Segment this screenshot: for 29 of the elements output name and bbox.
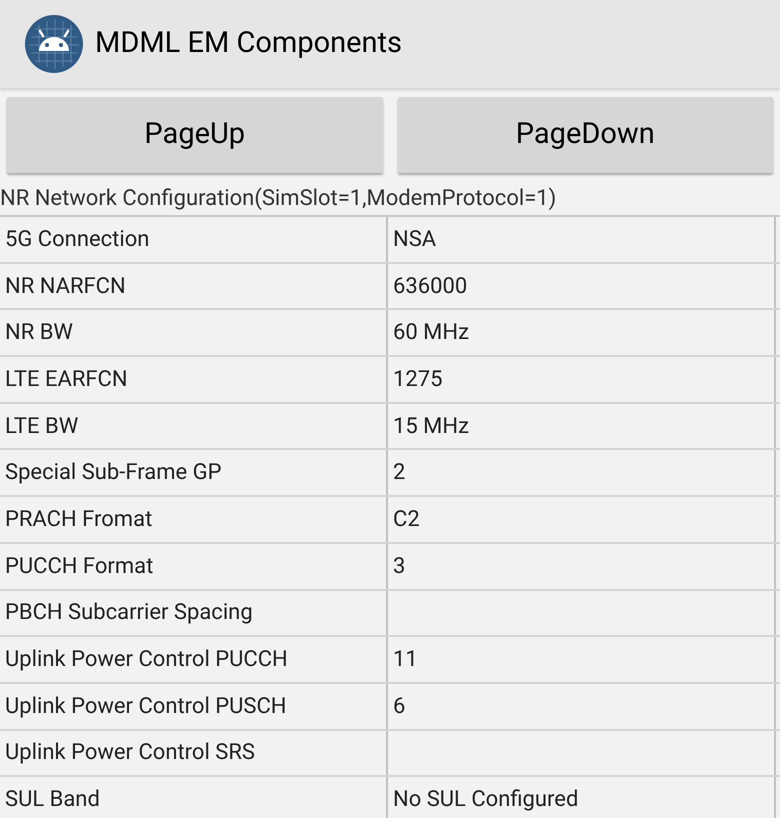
table-cell: Special Sub-Frame GP <box>0 450 388 496</box>
table-cell: Uplink Power Control PUSCH <box>0 684 388 729</box>
table-cell: NSA <box>388 217 776 262</box>
table-cell: NR BW <box>0 310 388 356</box>
table-cell: PBCH Subcarrier Spacing <box>0 590 388 636</box>
table-cell: C2 <box>388 497 776 542</box>
table-cell: No SUL Configured <box>388 777 776 818</box>
table-cell: LTE BW <box>0 404 388 448</box>
android-robot-icon <box>25 15 83 73</box>
table-cell: 60 MHz <box>388 310 776 356</box>
table-cell: 1275 <box>388 357 776 402</box>
table-cell: 11 <box>388 637 776 682</box>
table-cell: 5G Connection <box>0 217 388 262</box>
page-button[interactable]: PageDown <box>398 97 773 173</box>
table-cell: 636000 <box>388 264 776 308</box>
table-cell: PUCCH Format <box>0 544 388 588</box>
table-cell: LTE EARFCN <box>0 357 388 402</box>
app-title: MDML EM Components <box>95 25 402 62</box>
table-cell: NR NARFCN <box>0 264 388 308</box>
table-cell: 3 <box>388 544 776 588</box>
table-cell: 15 MHz <box>388 404 776 448</box>
table-cell: Uplink Power Control SRS <box>0 730 388 776</box>
table-cell: SUL Band <box>0 777 388 818</box>
table-cell: 2 <box>388 450 776 496</box>
table-cell: Uplink Power Control PUCCH <box>0 637 388 682</box>
section-title: NR Network Configuration(SimSlot=1,ModemProtocol=1) <box>0 185 558 213</box>
table-cell: 6 <box>388 684 776 729</box>
table-cell: PRACH Fromat <box>0 497 388 542</box>
page-button[interactable]: PageUp <box>7 97 382 173</box>
